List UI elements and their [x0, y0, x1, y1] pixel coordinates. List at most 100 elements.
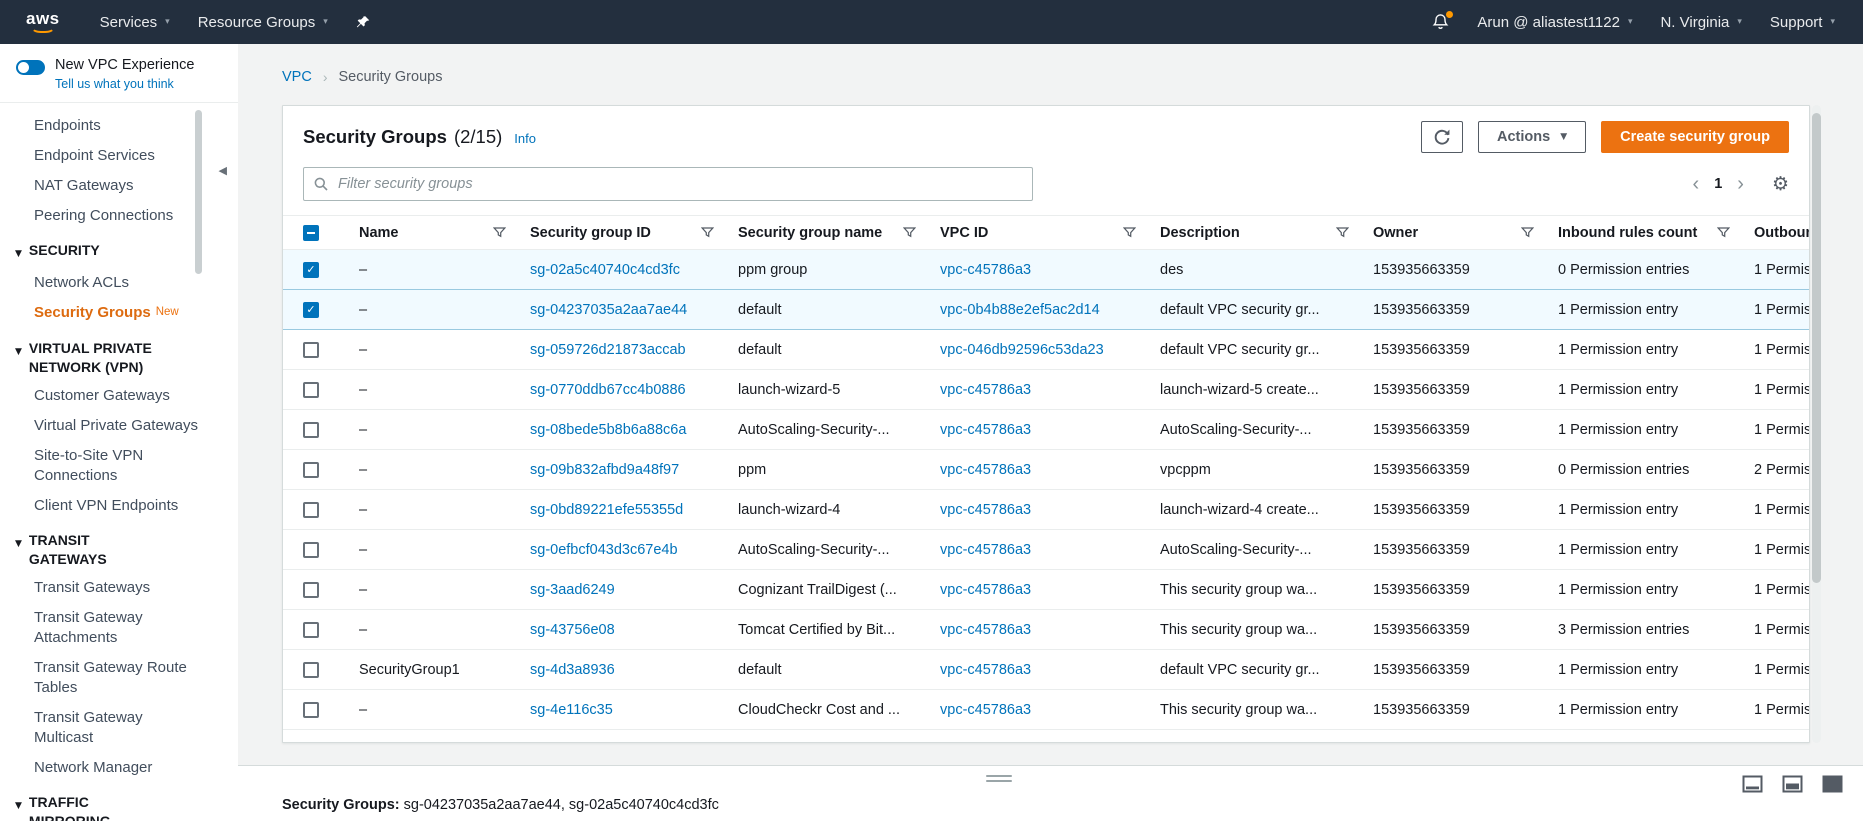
- column-filter-icon[interactable]: [903, 226, 916, 239]
- create-security-group-button[interactable]: Create security group: [1601, 121, 1789, 153]
- region-menu[interactable]: N. Virginia ▾: [1646, 0, 1755, 44]
- sidebar-item-nat-gateways[interactable]: NAT Gateways: [0, 171, 238, 201]
- cell-description: default VPC security gr...: [1148, 650, 1361, 690]
- sidebar-section-security[interactable]: ▼SECURITY: [0, 231, 238, 268]
- sg-id-link[interactable]: sg-0efbcf043d3c67e4b: [530, 542, 678, 558]
- row-checkbox[interactable]: [303, 262, 319, 278]
- row-checkbox[interactable]: [303, 462, 319, 478]
- column-header-owner[interactable]: Owner: [1361, 216, 1546, 250]
- vertical-scrollbar[interactable]: [1812, 105, 1821, 743]
- filter-input[interactable]: [303, 167, 1033, 201]
- vpc-id-link[interactable]: vpc-c45786a3: [940, 262, 1031, 278]
- sidebar-item-endpoints[interactable]: Endpoints: [0, 111, 238, 141]
- actions-button[interactable]: Actions ▼: [1478, 121, 1586, 153]
- column-header-security-group-name[interactable]: Security group name: [726, 216, 928, 250]
- select-all-checkbox[interactable]: [303, 225, 319, 241]
- column-header-inbound-rules-count[interactable]: Inbound rules count: [1546, 216, 1742, 250]
- support-menu[interactable]: Support ▾: [1756, 0, 1849, 44]
- breadcrumb-vpc-link[interactable]: VPC: [282, 69, 312, 85]
- column-filter-icon[interactable]: [1717, 226, 1730, 239]
- sidebar-scrollbar-thumb[interactable]: [195, 110, 202, 274]
- scrollbar-thumb[interactable]: [1812, 113, 1821, 583]
- sg-id-link[interactable]: sg-0770ddb67cc4b0886: [530, 382, 686, 398]
- vpc-id-link[interactable]: vpc-c45786a3: [940, 502, 1031, 518]
- aws-logo[interactable]: aws: [26, 11, 60, 33]
- sidebar-item-virtual-private-gateways[interactable]: Virtual Private Gateways: [0, 411, 238, 441]
- column-filter-icon[interactable]: [701, 226, 714, 239]
- column-header-description[interactable]: Description: [1148, 216, 1361, 250]
- row-checkbox[interactable]: [303, 622, 319, 638]
- sidebar-item-customer-gateways[interactable]: Customer Gateways: [0, 381, 238, 411]
- vpc-id-link[interactable]: vpc-c45786a3: [940, 582, 1031, 598]
- sidebar-item-transit-gateway-route-tables[interactable]: Transit Gateway Route Tables: [0, 653, 238, 703]
- info-link[interactable]: Info: [514, 131, 536, 146]
- sg-id-link[interactable]: sg-4e116c35: [530, 702, 613, 718]
- sidebar-section-transit-gateways[interactable]: ▼TRANSIT GATEWAYS: [0, 521, 238, 573]
- sidebar-item-transit-gateway-multicast[interactable]: Transit Gateway Multicast: [0, 703, 238, 753]
- sidebar-item-network-manager[interactable]: Network Manager: [0, 753, 238, 783]
- sg-id-link[interactable]: sg-0bd89221efe55355d: [530, 502, 683, 518]
- sg-id-link[interactable]: sg-04237035a2aa7ae44: [530, 302, 687, 318]
- column-header-outbound-rules-count[interactable]: Outbound rules count: [1742, 216, 1809, 250]
- sidebar-item-security-groups[interactable]: Security GroupsNew: [0, 298, 238, 329]
- previous-page-arrow-icon[interactable]: ‹: [1693, 174, 1700, 194]
- pane-layout-full-icon[interactable]: [1822, 775, 1843, 793]
- sg-id-link[interactable]: sg-08bede5b8b6a88c6a: [530, 422, 686, 438]
- row-checkbox[interactable]: [303, 662, 319, 678]
- row-checkbox[interactable]: [303, 502, 319, 518]
- settings-gear-icon[interactable]: ⚙: [1772, 175, 1789, 194]
- vpc-id-link[interactable]: vpc-0b4b88e2ef5ac2d14: [940, 302, 1100, 318]
- column-header-vpc-id[interactable]: VPC ID: [928, 216, 1148, 250]
- sg-id-link[interactable]: sg-4d3a8936: [530, 662, 615, 678]
- row-checkbox[interactable]: [303, 382, 319, 398]
- vpc-id-link[interactable]: vpc-c45786a3: [940, 702, 1031, 718]
- sg-id-link[interactable]: sg-02a5c40740c4cd3fc: [530, 262, 680, 278]
- sidebar-item-endpoint-services[interactable]: Endpoint Services: [0, 141, 238, 171]
- row-checkbox[interactable]: [303, 542, 319, 558]
- vpc-experience-toggle[interactable]: [16, 60, 45, 75]
- column-filter-icon[interactable]: [1336, 226, 1349, 239]
- vpc-id-link[interactable]: vpc-c45786a3: [940, 662, 1031, 678]
- sg-id-link[interactable]: sg-3aad6249: [530, 582, 615, 598]
- column-header-name[interactable]: Name: [347, 216, 518, 250]
- sidebar-section-virtual-private-network-vpn[interactable]: ▼VIRTUAL PRIVATE NETWORK (VPN): [0, 329, 238, 381]
- pane-layout-bottom-icon[interactable]: [1742, 775, 1763, 793]
- vpc-id-link[interactable]: vpc-c45786a3: [940, 622, 1031, 638]
- refresh-button[interactable]: [1421, 121, 1463, 153]
- column-header-security-group-id[interactable]: Security group ID: [518, 216, 726, 250]
- vpc-experience-feedback-link[interactable]: Tell us what you think: [55, 77, 194, 91]
- vpc-id-link[interactable]: vpc-c45786a3: [940, 542, 1031, 558]
- row-checkbox[interactable]: [303, 422, 319, 438]
- sg-id-link[interactable]: sg-059726d21873accab: [530, 342, 686, 358]
- vpc-id-link[interactable]: vpc-046db92596c53da23: [940, 342, 1104, 358]
- current-page-number[interactable]: 1: [1714, 176, 1722, 192]
- next-page-arrow-icon[interactable]: ›: [1737, 174, 1744, 194]
- pane-layout-split-icon[interactable]: [1782, 775, 1803, 793]
- sidebar-item-transit-gateway-attachments[interactable]: Transit Gateway Attachments: [0, 603, 238, 653]
- vpc-id-link[interactable]: vpc-c45786a3: [940, 422, 1031, 438]
- row-checkbox[interactable]: [303, 702, 319, 718]
- pin-icon[interactable]: [342, 0, 384, 44]
- sidebar-item-client-vpn-endpoints[interactable]: Client VPN Endpoints: [0, 491, 238, 521]
- resource-groups-menu[interactable]: Resource Groups ▾: [184, 0, 342, 44]
- vpc-id-link[interactable]: vpc-c45786a3: [940, 382, 1031, 398]
- sg-id-link[interactable]: sg-43756e08: [530, 622, 615, 638]
- row-checkbox[interactable]: [303, 582, 319, 598]
- column-filter-icon[interactable]: [1123, 226, 1136, 239]
- account-menu[interactable]: Arun @ aliastest1122 ▾: [1463, 0, 1646, 44]
- sidebar-item-transit-gateways[interactable]: Transit Gateways: [0, 573, 238, 603]
- row-checkbox[interactable]: [303, 302, 319, 318]
- sg-id-link[interactable]: sg-09b832afbd9a48f97: [530, 462, 679, 478]
- column-filter-icon[interactable]: [493, 226, 506, 239]
- sidebar-item-site-to-site-vpn-connections[interactable]: Site-to-Site VPN Connections: [0, 441, 238, 491]
- sidebar-collapse-arrow-icon[interactable]: ◀: [219, 164, 227, 177]
- row-checkbox[interactable]: [303, 342, 319, 358]
- column-filter-icon[interactable]: [1521, 226, 1534, 239]
- sidebar-section-traffic-mirroring[interactable]: ▼TRAFFIC MIRRORING: [0, 783, 238, 821]
- services-menu[interactable]: Services ▾: [86, 0, 184, 44]
- notifications-button[interactable]: [1418, 0, 1463, 44]
- sidebar-item-peering-connections[interactable]: Peering Connections: [0, 201, 238, 231]
- sidebar-item-network-acls[interactable]: Network ACLs: [0, 268, 238, 298]
- vpc-id-link[interactable]: vpc-c45786a3: [940, 462, 1031, 478]
- pane-resize-handle[interactable]: [986, 775, 1012, 782]
